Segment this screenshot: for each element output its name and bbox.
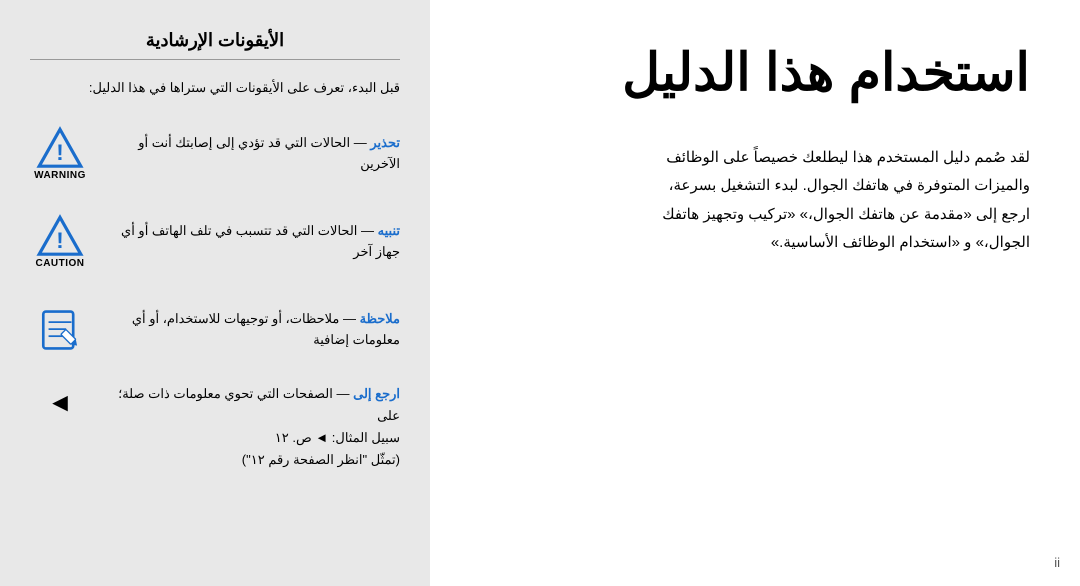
caution-item: تنبيه — الحالات التي قد تتسبب في تلف اله…	[30, 207, 400, 277]
svg-text:!: !	[56, 140, 63, 165]
warning-icon-label: WARNING	[34, 170, 86, 181]
warning-dash: —	[354, 135, 367, 150]
caution-label: تنبيه	[378, 223, 400, 238]
caution-icon-label: CAUTION	[35, 258, 84, 269]
caution-dash: —	[361, 223, 374, 238]
body-line1: لقد صُمم دليل المستخدم هذا ليطلعك خصيصاً…	[666, 149, 1030, 166]
right-page-number: ii	[1054, 555, 1060, 570]
note-text: ملاحظة — ملاحظات، أو توجيهات للاستخدام، …	[104, 309, 400, 351]
svg-text:!: !	[56, 228, 63, 253]
left-panel-title: الأيقونات الإرشادية	[30, 30, 400, 51]
note-label: ملاحظة	[360, 311, 400, 326]
arrow-label: ارجع إلى	[353, 386, 400, 401]
divider	[30, 59, 400, 60]
note-icon-box	[30, 295, 90, 365]
warning-label: تحذير	[370, 135, 400, 150]
warning-text: تحذير — الحالات التي قد تؤدي إلى إصابتك …	[104, 133, 400, 175]
caution-icon: !	[36, 214, 84, 256]
main-title: استخدام هذا الدليل	[480, 40, 1030, 108]
caution-text: تنبيه — الحالات التي قد تتسبب في تلف اله…	[104, 221, 400, 263]
note-icon	[38, 308, 82, 352]
arrow-dash: —	[337, 386, 350, 401]
arrow-icon: ◄	[47, 389, 73, 415]
warning-icon: !	[36, 126, 84, 168]
left-panel: الأيقونات الإرشادية قبل البدء، تعرف على …	[0, 0, 430, 586]
arrow-icon-box: ◄	[30, 383, 90, 453]
caution-description: الحالات التي قد تتسبب في تلف الهاتف أو أ…	[121, 223, 400, 259]
warning-icon-box: ! WARNING	[30, 119, 90, 189]
right-panel: استخدام هذا الدليل لقد صُمم دليل المستخد…	[430, 0, 1080, 586]
warning-item: تحذير — الحالات التي قد تؤدي إلى إصابتك …	[30, 119, 400, 189]
intro-text: قبل البدء، تعرف على الأيقونات التي ستراه…	[30, 78, 400, 99]
note-item: ملاحظة — ملاحظات، أو توجيهات للاستخدام، …	[30, 295, 400, 365]
body-line2: والميزات المتوفرة في هاتفك الجوال. لبدء …	[669, 177, 1030, 194]
caution-icon-box: ! CAUTION	[30, 207, 90, 277]
body-line3: ارجع إلى «مقدمة عن هاتفك الجوال،» «تركيب…	[662, 206, 1030, 223]
note-dash: —	[343, 311, 356, 326]
body-line4: الجوال،» و «استخدام الوظائف الأساسية.»	[771, 234, 1030, 251]
main-body: لقد صُمم دليل المستخدم هذا ليطلعك خصيصاً…	[490, 144, 1030, 258]
arrow-item: ارجع إلى — الصفحات التي تحوي معلومات ذات…	[30, 383, 400, 471]
arrow-text: ارجع إلى — الصفحات التي تحوي معلومات ذات…	[104, 383, 400, 471]
